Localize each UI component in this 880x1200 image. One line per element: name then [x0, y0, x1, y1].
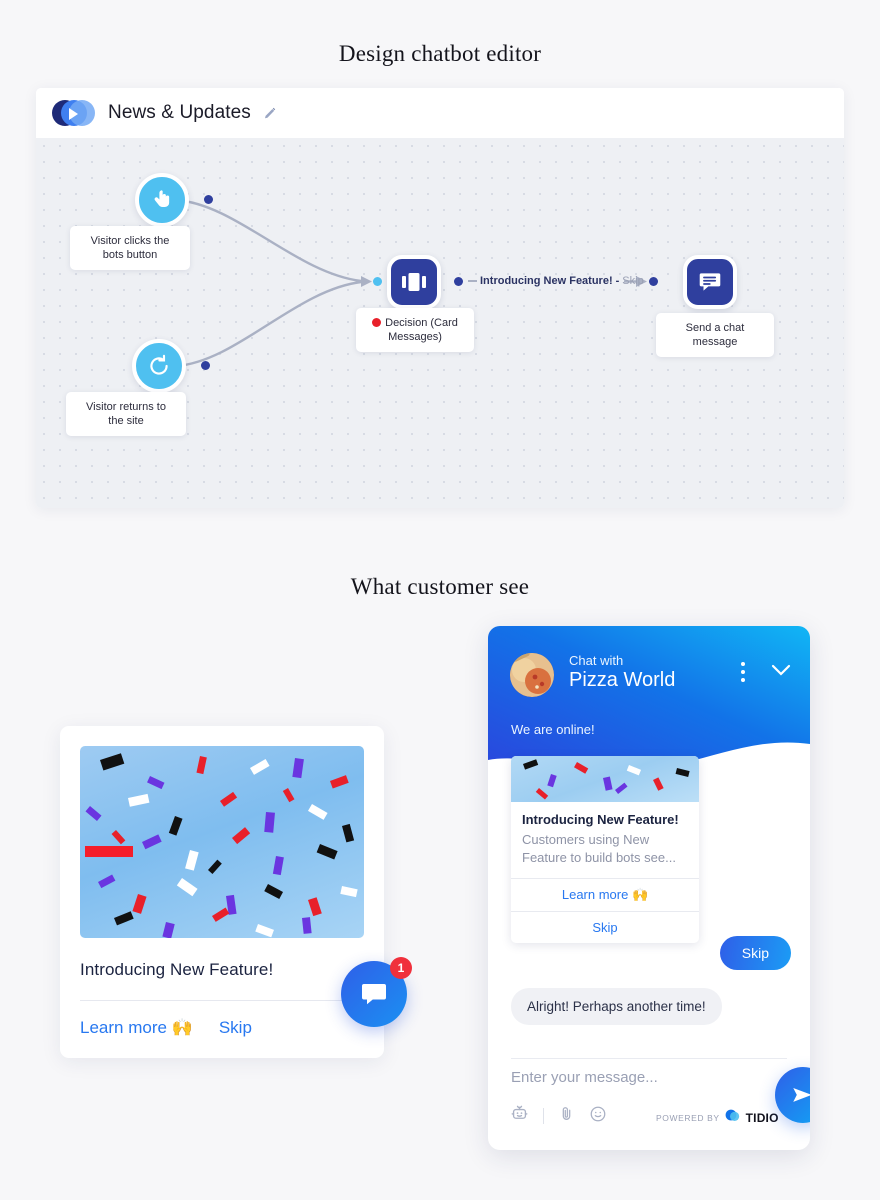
widget-footer-icons: [510, 1104, 607, 1128]
card-message-image: [511, 756, 699, 802]
node-input-dot[interactable]: [649, 277, 658, 286]
edge-label-separator: -: [615, 275, 620, 287]
card-message-preview: Introducing New Feature! Learn more 🙌 Sk…: [60, 726, 384, 1058]
card-skip-button[interactable]: Skip: [511, 911, 699, 943]
flow-canvas[interactable]: Visitor clicks the bots button Visitor r…: [36, 138, 844, 508]
status-dot-icon: [372, 318, 382, 327]
edge-label-introducing-new-feature: Introducing New Feature! - Skip: [468, 275, 644, 287]
powered-by-label: POWERED BY: [656, 1113, 720, 1123]
bot-message-bubble: Alright! Perhaps another time!: [511, 988, 722, 1025]
card-message-description: Customers using New Feature to build bot…: [522, 832, 676, 865]
preview-card-title: Introducing New Feature!: [80, 960, 274, 979]
unread-badge: 1: [390, 957, 412, 979]
learn-more-link[interactable]: Learn more 🙌: [80, 1018, 193, 1038]
tap-hand-icon: [135, 173, 189, 227]
page-title-customer: What customer see: [350, 574, 530, 599]
edge-label-alt: Skip: [622, 275, 644, 287]
node-input-dot[interactable]: [373, 277, 382, 286]
skip-link[interactable]: Skip: [219, 1018, 252, 1038]
node-label-visitor-returns: Visitor returns to the site: [66, 392, 186, 436]
bot-icon[interactable]: [510, 1104, 529, 1128]
node-output-dot[interactable]: [454, 277, 463, 286]
company-name: Pizza World: [569, 669, 676, 691]
node-send-chat-message[interactable]: [683, 255, 737, 309]
node-trigger-visitor-returns[interactable]: [132, 339, 186, 393]
divider: [511, 1058, 787, 1059]
label-line-1: Send a chat: [685, 322, 745, 334]
tidio-logo-icon: [52, 98, 96, 128]
chat-launcher-button[interactable]: 1: [341, 957, 412, 1027]
paperclip-icon[interactable]: [558, 1105, 575, 1127]
visitor-message-bubble: Skip: [719, 936, 791, 970]
edge-lead-line: [468, 280, 477, 282]
label-line-2: bots button: [102, 249, 158, 261]
powered-by-tidio: POWERED BY TIDIO: [656, 1109, 779, 1127]
label-line-1: Decision (Card: [385, 317, 458, 329]
card-message-body: Introducing New Feature! Customers using…: [511, 802, 699, 878]
label-line-2: Messages): [388, 331, 442, 343]
divider: [80, 1000, 364, 1001]
node-trigger-visitor-clicks[interactable]: [135, 173, 189, 227]
bot-name: News & Updates: [108, 102, 251, 123]
pencil-icon[interactable]: [263, 106, 278, 121]
node-output-dot[interactable]: [204, 195, 213, 204]
chatbot-editor-window: News & Updates Visitor clicks the bots b…: [36, 88, 844, 508]
send-plane-icon: [793, 1087, 810, 1102]
page-title-design: Design chatbot editor: [338, 41, 542, 66]
node-label-send-message: Send a chat message: [656, 313, 774, 357]
label-line-2: message: [692, 336, 738, 348]
smiley-icon[interactable]: [589, 1105, 607, 1128]
node-output-dot[interactable]: [201, 361, 210, 370]
chat-message-icon: [683, 255, 737, 309]
card-message-title: Introducing New Feature!: [522, 812, 679, 827]
divider: [543, 1108, 544, 1124]
card-message: Introducing New Feature! Customers using…: [511, 756, 699, 943]
tidio-logo-icon: [725, 1109, 741, 1127]
node-label-visitor-clicks: Visitor clicks the bots button: [70, 226, 190, 270]
online-status: We are online!: [511, 722, 595, 737]
chevron-down-icon[interactable]: [771, 664, 791, 682]
node-decision-card-messages[interactable]: [387, 255, 441, 309]
node-label-decision: Decision (Card Messages): [356, 308, 474, 352]
label-line-1: Visitor returns to: [86, 401, 166, 413]
editor-toolbar: News & Updates: [36, 88, 844, 138]
kebab-menu-icon[interactable]: [741, 662, 745, 686]
confetti-image: [80, 746, 364, 938]
refresh-arrow-icon: [132, 339, 186, 393]
chat-widget: Chat with Pizza World We are online! Int…: [488, 626, 810, 1150]
label-line-1: Visitor clicks the: [90, 235, 170, 247]
chat-bubble-icon: [362, 984, 386, 1005]
label-line-2: the site: [108, 415, 144, 427]
tidio-brand-label: TIDIO: [745, 1111, 779, 1125]
cards-carousel-icon: [387, 255, 441, 309]
message-input[interactable]: Enter your message...: [511, 1069, 658, 1086]
send-button[interactable]: [775, 1067, 810, 1123]
preview-card-actions: Learn more 🙌 Skip: [80, 1018, 364, 1038]
edge-label-main: Introducing New Feature!: [480, 275, 613, 287]
card-learn-more-button[interactable]: Learn more 🙌: [511, 878, 699, 911]
avatar: [510, 653, 554, 697]
chat-with-label: Chat with: [569, 653, 624, 668]
